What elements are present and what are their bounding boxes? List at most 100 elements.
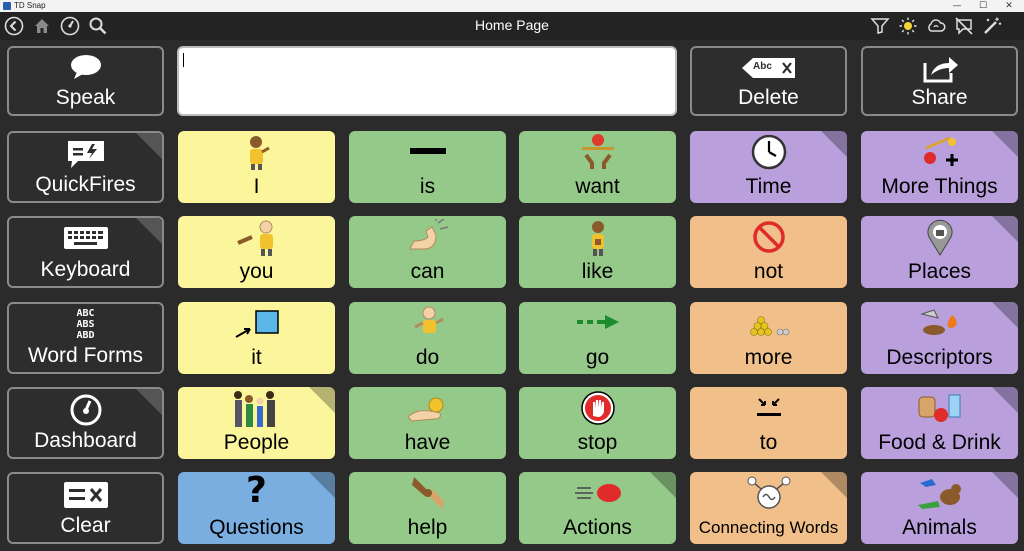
maximize-button[interactable]: ☐ bbox=[972, 0, 994, 12]
dashboard-button[interactable]: Dashboard bbox=[7, 387, 164, 459]
filter-icon[interactable] bbox=[870, 16, 890, 36]
delete-button[interactable]: Abc Delete bbox=[690, 46, 847, 116]
word-button-can[interactable]: can bbox=[349, 216, 506, 288]
app-logo-icon bbox=[3, 2, 11, 10]
hand-holding-ball-icon bbox=[406, 397, 443, 422]
word-button-is[interactable]: is bbox=[349, 131, 506, 203]
category-button-connecting-words[interactable]: Connecting Words bbox=[690, 472, 847, 544]
word-button-help[interactable]: help bbox=[349, 472, 506, 544]
category-button-food-drink[interactable]: Food & Drink bbox=[861, 387, 1018, 459]
message-bar[interactable] bbox=[177, 46, 677, 116]
speech-bubble-icon bbox=[70, 55, 101, 79]
to-arrows-icon bbox=[756, 398, 781, 416]
word-button-more[interactable]: more bbox=[690, 302, 847, 374]
category-button-people[interactable]: People bbox=[178, 387, 335, 459]
category-label: Food & Drink bbox=[878, 431, 1001, 454]
word-button-stop[interactable]: stop bbox=[519, 387, 676, 459]
category-button-time[interactable]: Time bbox=[690, 131, 847, 203]
home-icon[interactable] bbox=[32, 16, 52, 36]
question-mark-icon: ? bbox=[246, 472, 267, 511]
helping-hands-icon bbox=[411, 477, 444, 509]
word-forms-icon: ABC ABS ABD bbox=[71, 308, 101, 341]
dashboard-icon bbox=[70, 394, 101, 426]
word-button-i[interactable]: I bbox=[178, 131, 335, 203]
map-pin-icon bbox=[927, 219, 952, 256]
clear-button[interactable]: Clear bbox=[7, 472, 164, 544]
pile-of-balls-icon bbox=[749, 316, 789, 336]
quickfires-icon bbox=[67, 141, 104, 168]
objects-plus-icon bbox=[923, 136, 958, 166]
word-label: I bbox=[253, 175, 260, 198]
go-arrow-icon bbox=[576, 315, 619, 329]
word-button-do[interactable]: do bbox=[349, 302, 506, 374]
flexing-arm-icon bbox=[408, 219, 448, 250]
word-button-go[interactable]: go bbox=[519, 302, 676, 374]
category-label: Time bbox=[745, 175, 792, 198]
pointing-at-square-icon bbox=[235, 310, 279, 338]
category-button-questions[interactable]: ? Questions bbox=[178, 472, 335, 544]
clear-label: Clear bbox=[60, 514, 111, 537]
word-label: you bbox=[239, 260, 274, 283]
word-button-have[interactable]: have bbox=[349, 387, 506, 459]
descriptors-icon bbox=[919, 309, 956, 335]
quickfires-label: QuickFires bbox=[35, 173, 136, 196]
category-button-places[interactable]: Places bbox=[861, 216, 1018, 288]
moving-ball-icon bbox=[574, 484, 621, 502]
food-and-drink-icon bbox=[918, 394, 960, 422]
category-label: Animals bbox=[902, 516, 977, 539]
text-caret bbox=[183, 53, 184, 67]
edit-magic-wand-icon[interactable] bbox=[982, 16, 1002, 36]
connecting-words-icon bbox=[747, 476, 790, 509]
quickfires-button[interactable]: QuickFires bbox=[7, 131, 164, 203]
keyboard-button[interactable]: Keyboard bbox=[7, 216, 164, 288]
word-label: more bbox=[744, 346, 793, 369]
app-toolbar: Home Page bbox=[0, 12, 1024, 40]
category-label: Connecting Words bbox=[698, 518, 839, 537]
word-label: stop bbox=[577, 431, 618, 454]
dashboard-label: Dashboard bbox=[34, 429, 137, 452]
stop-hand-icon bbox=[580, 391, 615, 425]
word-forms-icon-row: ABC bbox=[76, 308, 95, 319]
sync-cloud-icon[interactable] bbox=[926, 16, 946, 36]
dash-icon bbox=[409, 148, 446, 154]
prohibited-icon bbox=[752, 221, 785, 253]
category-label: More Things bbox=[881, 175, 998, 198]
word-label: want bbox=[575, 175, 620, 198]
minimize-button[interactable]: — bbox=[946, 0, 968, 12]
hands-reaching-icon bbox=[581, 134, 614, 169]
word-button-it[interactable]: it bbox=[178, 302, 335, 374]
word-forms-button[interactable]: ABC ABS ABD Word Forms bbox=[7, 302, 164, 374]
word-button-you[interactable]: you bbox=[178, 216, 335, 288]
word-button-want[interactable]: want bbox=[519, 131, 676, 203]
share-icon bbox=[923, 57, 958, 83]
word-label: it bbox=[251, 346, 262, 369]
word-forms-icon-row: ABS bbox=[76, 319, 95, 330]
word-forms-icon-row: ABD bbox=[76, 330, 95, 341]
search-icon[interactable] bbox=[88, 16, 108, 36]
word-forms-label: Word Forms bbox=[27, 344, 144, 367]
brightness-icon[interactable] bbox=[898, 16, 918, 36]
category-button-descriptors[interactable]: Descriptors bbox=[861, 302, 1018, 374]
category-button-animals[interactable]: Animals bbox=[861, 472, 1018, 544]
word-label: can bbox=[410, 260, 445, 283]
speak-button[interactable]: Speak bbox=[7, 46, 164, 116]
word-button-not[interactable]: not bbox=[690, 216, 847, 288]
animals-icon bbox=[917, 479, 961, 509]
category-label: Actions bbox=[563, 516, 632, 539]
clear-icon bbox=[63, 482, 108, 508]
keyboard-label: Keyboard bbox=[40, 258, 131, 281]
back-icon[interactable] bbox=[4, 16, 24, 36]
delete-icon-text: Abc bbox=[753, 61, 772, 72]
dashboard-icon[interactable] bbox=[60, 16, 80, 36]
app-title: TD Snap bbox=[14, 1, 46, 10]
share-button[interactable]: Share bbox=[861, 46, 1018, 116]
category-label: Questions bbox=[209, 516, 304, 539]
person-doing-icon bbox=[413, 306, 444, 333]
word-label: to bbox=[759, 431, 778, 454]
close-window-button[interactable]: ✕ bbox=[998, 0, 1020, 12]
category-button-more-things[interactable]: More Things bbox=[861, 131, 1018, 203]
speech-off-icon[interactable] bbox=[954, 16, 974, 36]
category-button-actions[interactable]: Actions bbox=[519, 472, 676, 544]
word-button-to[interactable]: to bbox=[690, 387, 847, 459]
word-button-like[interactable]: like bbox=[519, 216, 676, 288]
